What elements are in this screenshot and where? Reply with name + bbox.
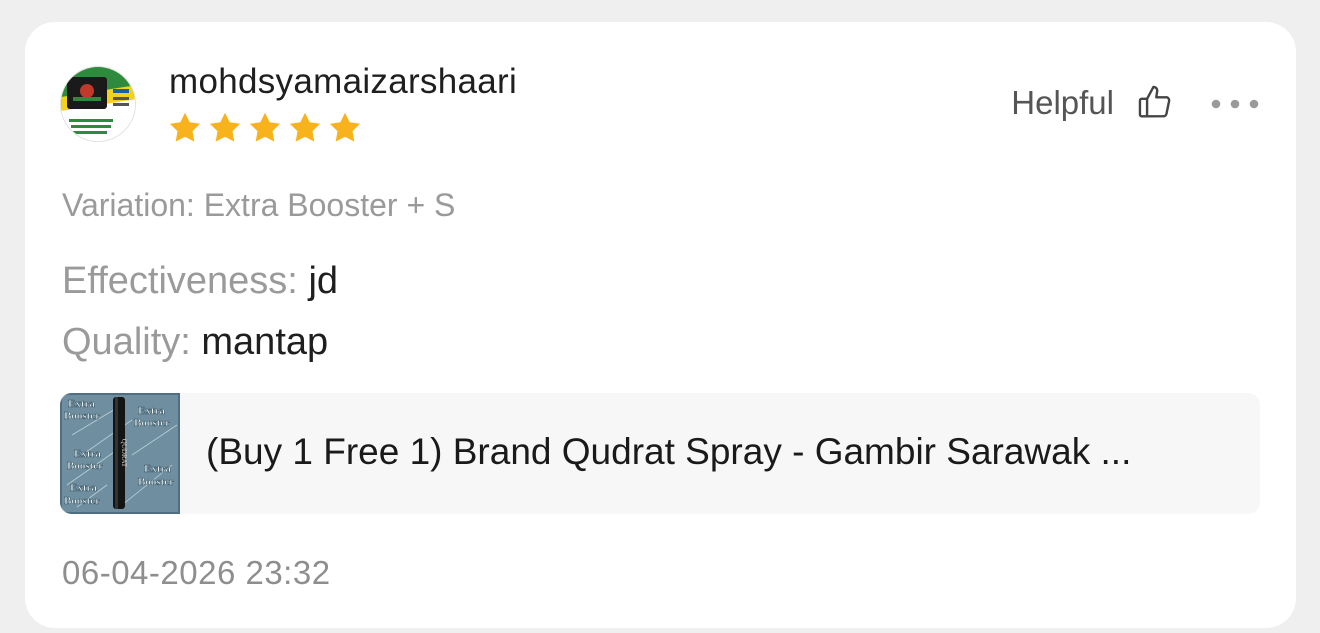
reviewer-username: mohdsyamaizarshaari xyxy=(169,62,518,101)
star-rating xyxy=(167,110,363,146)
svg-text:Booster: Booster xyxy=(138,476,174,488)
svg-text:Booster: Booster xyxy=(64,410,100,422)
attribute-key: Effectiveness: xyxy=(62,260,298,302)
product-thumbnail: Extra Booster Extra Booster Extra Booste… xyxy=(60,393,180,514)
star-icon xyxy=(169,112,201,142)
quality-attribute: Quality: mantap xyxy=(62,321,328,364)
star-icon xyxy=(249,112,281,142)
product-link[interactable]: Extra Booster Extra Booster Extra Booste… xyxy=(60,393,1260,514)
svg-text:Extra: Extra xyxy=(70,482,97,494)
star-icon xyxy=(209,112,241,142)
svg-text:Extra: Extra xyxy=(68,398,95,410)
svg-text:Extra: Extra xyxy=(138,405,165,417)
svg-text:Booster: Booster xyxy=(134,417,170,429)
thumbs-up-icon[interactable] xyxy=(1136,82,1174,122)
attribute-value: mantap xyxy=(201,321,329,363)
svg-text:Booster: Booster xyxy=(64,495,100,507)
review-timestamp: 06-04-2026 23:32 xyxy=(62,554,331,591)
star-icon xyxy=(289,112,321,142)
svg-text:Booster: Booster xyxy=(67,460,103,472)
attribute-key: Quality: xyxy=(62,321,191,363)
star-icon xyxy=(329,112,361,142)
svg-text:QUDRAT: QUDRAT xyxy=(120,439,128,468)
svg-text:Extra: Extra xyxy=(74,448,101,460)
avatar[interactable] xyxy=(60,66,136,142)
svg-text:Extra: Extra xyxy=(144,463,171,475)
product-title: (Buy 1 Free 1) Brand Qudrat Spray - Gamb… xyxy=(206,431,1132,472)
avatar-image xyxy=(61,67,135,141)
variation-text: Variation: Extra Booster + S xyxy=(62,187,456,223)
review-card: mohdsyamaizarshaari Helpful Variation: E… xyxy=(25,22,1296,628)
helpful-label[interactable]: Helpful xyxy=(1011,84,1114,122)
effectiveness-attribute: Effectiveness: jd xyxy=(62,260,338,303)
attribute-value: jd xyxy=(308,260,339,302)
more-options-icon[interactable] xyxy=(1210,90,1260,118)
